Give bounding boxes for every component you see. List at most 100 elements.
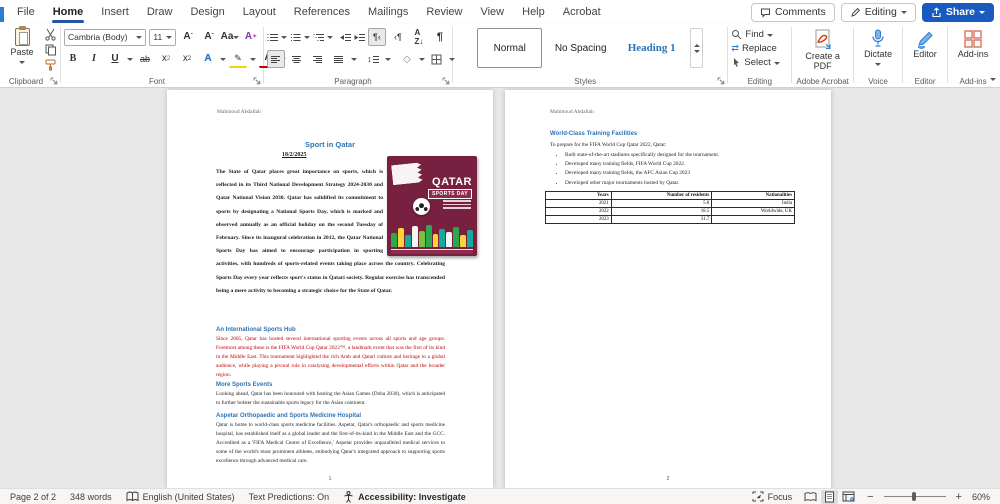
- show-hide-paragraph-button[interactable]: ¶: [431, 28, 449, 46]
- font-name-select[interactable]: Cambria (Body): [63, 28, 147, 46]
- clipboard-dialog-launcher[interactable]: [50, 77, 58, 85]
- align-left-button[interactable]: [266, 50, 285, 68]
- create-pdf-button[interactable]: Create a PDF: [800, 28, 846, 72]
- align-center-button[interactable]: [288, 50, 306, 68]
- superscript-button[interactable]: x2: [178, 50, 196, 68]
- tab-mailings[interactable]: Mailings: [359, 0, 417, 24]
- document-title[interactable]: Sport in Qatar: [167, 140, 493, 149]
- zoom-percentage[interactable]: 60%: [972, 492, 990, 502]
- section-paragraph[interactable]: Looking ahead, Qatar has been honoured w…: [216, 390, 445, 408]
- multilevel-list-icon[interactable]: [313, 33, 324, 42]
- intro-line[interactable]: To prepare for the FIFA World Cup Qatar …: [550, 141, 779, 150]
- grow-font-button[interactable]: Aˆ: [179, 28, 197, 46]
- section-heading[interactable]: World-Class Training Facilities: [550, 131, 779, 137]
- zoom-slider-thumb[interactable]: [912, 492, 917, 501]
- zoom-out-button[interactable]: −: [867, 491, 873, 503]
- bullet-list-icon[interactable]: [267, 33, 278, 42]
- paragraph-group-label: Paragraph: [334, 77, 372, 86]
- page-indicator[interactable]: Page 2 of 2: [10, 492, 56, 502]
- focus-mode-button[interactable]: Focus: [752, 491, 792, 502]
- tab-view[interactable]: View: [471, 0, 513, 24]
- document-page-1[interactable]: Mahmoud Abdallah Sport in Qatar 18/2/202…: [167, 90, 493, 488]
- section-heading[interactable]: Aspetar Orthopaedic and Sports Medicine …: [216, 413, 445, 419]
- underline-button[interactable]: U: [106, 50, 124, 68]
- line-spacing-button[interactable]: ↕: [364, 50, 382, 68]
- section-paragraph[interactable]: Since 2005, Qatar has hosted several int…: [216, 335, 445, 380]
- paste-button[interactable]: Paste: [5, 26, 39, 67]
- addins-button[interactable]: Add-ins: [950, 28, 996, 59]
- clipboard-group: Paste Clipboard: [2, 24, 60, 87]
- increase-indent-icon[interactable]: [354, 33, 365, 42]
- shading-button[interactable]: ◇: [398, 50, 416, 68]
- format-painter-icon[interactable]: [44, 58, 57, 71]
- find-button[interactable]: Find: [731, 28, 788, 41]
- qatar-sports-day-poster[interactable]: QATAR SPORTS DAY: [387, 156, 477, 256]
- tab-help[interactable]: Help: [513, 0, 554, 24]
- zoom-in-button[interactable]: +: [956, 491, 962, 503]
- tab-review[interactable]: Review: [417, 0, 471, 24]
- editor-button[interactable]: Editor: [902, 28, 948, 59]
- styles-dialog-launcher[interactable]: [717, 77, 725, 85]
- word-count[interactable]: 348 words: [70, 492, 112, 502]
- change-case-button[interactable]: Aa: [221, 28, 240, 46]
- decrease-indent-icon[interactable]: [339, 33, 351, 42]
- paragraph-dialog-launcher[interactable]: [442, 77, 450, 85]
- tab-file[interactable]: File: [8, 0, 44, 24]
- comments-button[interactable]: Comments: [750, 2, 835, 22]
- tab-home[interactable]: Home: [44, 0, 93, 24]
- bullet-list[interactable]: Built state-of-the-art stadiums specific…: [565, 152, 787, 189]
- italic-button[interactable]: I: [85, 50, 103, 68]
- styles-gallery-scroll[interactable]: [690, 28, 704, 68]
- tab-acrobat[interactable]: Acrobat: [554, 0, 610, 24]
- justify-button[interactable]: [330, 50, 348, 68]
- share-button[interactable]: Share: [921, 2, 994, 22]
- numbered-list-icon[interactable]: [290, 33, 301, 42]
- read-mode-view-button[interactable]: [802, 490, 819, 504]
- sort-button[interactable]: A Z↓: [410, 28, 428, 46]
- select-button[interactable]: Select: [731, 56, 788, 69]
- rtl-text-direction-button[interactable]: ‹¶: [389, 28, 407, 46]
- tab-references[interactable]: References: [285, 0, 359, 24]
- zoom-slider[interactable]: [883, 492, 946, 501]
- highlight-color-button[interactable]: ✎: [228, 50, 247, 68]
- window-accent: [0, 7, 4, 22]
- tab-design[interactable]: Design: [181, 0, 233, 24]
- style-no-spacing[interactable]: No Spacing: [548, 28, 613, 68]
- text-effects-button[interactable]: A: [199, 50, 217, 68]
- copy-icon[interactable]: [44, 43, 57, 56]
- font-dialog-launcher[interactable]: [253, 77, 261, 85]
- style-normal[interactable]: Normal: [477, 28, 543, 68]
- web-layout-view-button[interactable]: [840, 490, 857, 504]
- replace-button[interactable]: ⇄ Replace: [731, 42, 788, 55]
- accessibility-checker[interactable]: Accessibility: Investigate: [343, 490, 466, 503]
- shrink-font-button[interactable]: Aˇ: [200, 28, 218, 46]
- dictate-button[interactable]: Dictate: [855, 28, 901, 69]
- print-layout-view-button[interactable]: [821, 489, 839, 504]
- section-heading[interactable]: More Sports Events: [216, 382, 445, 388]
- language-indicator[interactable]: English (United States): [126, 491, 235, 502]
- strikethrough-button[interactable]: ab: [136, 50, 154, 68]
- editing-mode-button[interactable]: Editing: [840, 2, 916, 22]
- align-right-button[interactable]: [309, 50, 327, 68]
- cut-icon[interactable]: [44, 28, 57, 41]
- document-page-2[interactable]: Mahmoud Abdallah World-Class Training Fa…: [505, 90, 831, 488]
- residents-table[interactable]: Years Number of residents Nationalities …: [545, 191, 795, 224]
- section-heading[interactable]: An International Sports Hub: [216, 327, 445, 333]
- bold-button[interactable]: B: [64, 50, 82, 68]
- clear-formatting-button[interactable]: A ✦: [242, 28, 260, 46]
- collapse-ribbon-button[interactable]: [990, 78, 996, 84]
- style-heading-1[interactable]: Heading 1: [619, 28, 684, 68]
- document-date[interactable]: 18/2/2025: [282, 152, 306, 158]
- paste-icon: [14, 26, 30, 46]
- chevron-down-icon: [900, 11, 907, 17]
- tab-layout[interactable]: Layout: [234, 0, 285, 24]
- section-paragraph[interactable]: Qatar is home to world-class sports medi…: [216, 421, 445, 466]
- ltr-text-direction-button[interactable]: ¶‹: [367, 28, 386, 46]
- tab-draw[interactable]: Draw: [138, 0, 182, 24]
- font-size-select[interactable]: 11: [149, 28, 176, 46]
- tab-insert[interactable]: Insert: [92, 0, 138, 24]
- subscript-button[interactable]: x2: [157, 50, 175, 68]
- text-predictions-indicator[interactable]: Text Predictions: On: [249, 492, 330, 502]
- accessibility-person-icon: [344, 490, 353, 503]
- borders-button[interactable]: [428, 50, 446, 68]
